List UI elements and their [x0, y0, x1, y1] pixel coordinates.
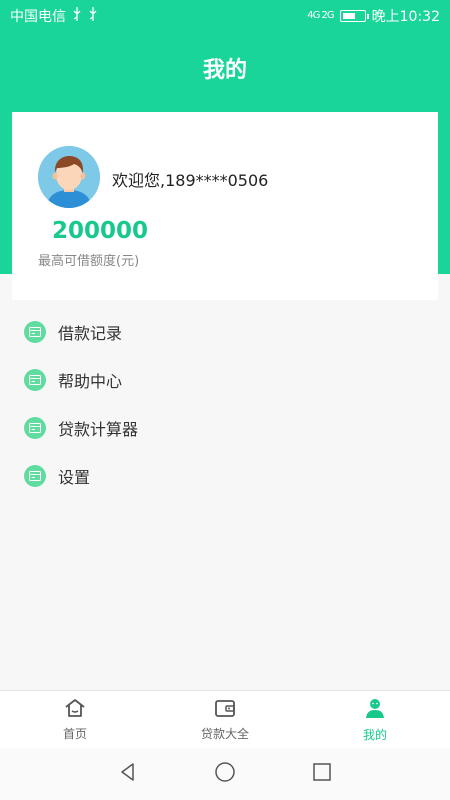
- card-icon: [24, 321, 46, 343]
- wallet-icon: [214, 698, 236, 721]
- welcome-text: 欢迎您,189****0506: [112, 171, 269, 190]
- status-right: 4G 2G 晚上10:32: [307, 6, 440, 26]
- menu-item-loan-records[interactable]: 借款记录: [0, 308, 450, 356]
- tab-label: 首页: [62, 726, 87, 741]
- person-icon: [364, 697, 386, 722]
- clock-label: 晚上10:32: [371, 9, 440, 25]
- card-icon: [24, 369, 46, 391]
- system-nav-bar: [0, 748, 450, 800]
- credit-limit-label: 最高可借额度(元): [38, 254, 140, 269]
- card-icon: [24, 417, 46, 439]
- avatar[interactable]: [38, 146, 100, 208]
- network-signal-icon: 4G 2G: [307, 10, 334, 21]
- menu-item-label: 借款记录: [58, 324, 123, 343]
- usb-icon: [88, 7, 98, 25]
- bottom-tab-bar: 首页 贷款大全 我的: [0, 690, 450, 748]
- tab-loan-list[interactable]: 贷款大全: [150, 691, 300, 748]
- carrier-label: 中国电信: [10, 9, 66, 25]
- menu-list: 借款记录 帮助中心 贷款计算器 设置: [0, 308, 450, 500]
- tab-label: 我的: [362, 727, 387, 742]
- status-bar: 中国电信 4G 2G 晚上10:32: [0, 0, 450, 32]
- credit-limit-amount: 200000: [52, 218, 149, 244]
- card-icon: [24, 465, 46, 487]
- back-icon[interactable]: [118, 762, 138, 786]
- tab-mine[interactable]: 我的: [300, 691, 450, 748]
- battery-icon: [339, 10, 369, 22]
- usb-icon: [72, 7, 82, 25]
- home-icon: [64, 698, 86, 721]
- menu-item-label: 贷款计算器: [58, 420, 139, 439]
- menu-item-label: 设置: [58, 468, 91, 487]
- status-left: 中国电信: [10, 6, 98, 26]
- menu-item-loan-calculator[interactable]: 贷款计算器: [0, 404, 450, 452]
- page-title: 我的: [202, 58, 247, 83]
- home-circle-icon[interactable]: [214, 761, 236, 787]
- menu-item-label: 帮助中心: [58, 372, 123, 391]
- tab-home[interactable]: 首页: [0, 691, 150, 748]
- recent-apps-icon[interactable]: [312, 762, 332, 786]
- profile-card: 欢迎您,189****0506 200000 最高可借额度(元): [12, 112, 438, 300]
- menu-item-settings[interactable]: 设置: [0, 452, 450, 500]
- menu-item-help-center[interactable]: 帮助中心: [0, 356, 450, 404]
- tab-label: 贷款大全: [200, 726, 249, 741]
